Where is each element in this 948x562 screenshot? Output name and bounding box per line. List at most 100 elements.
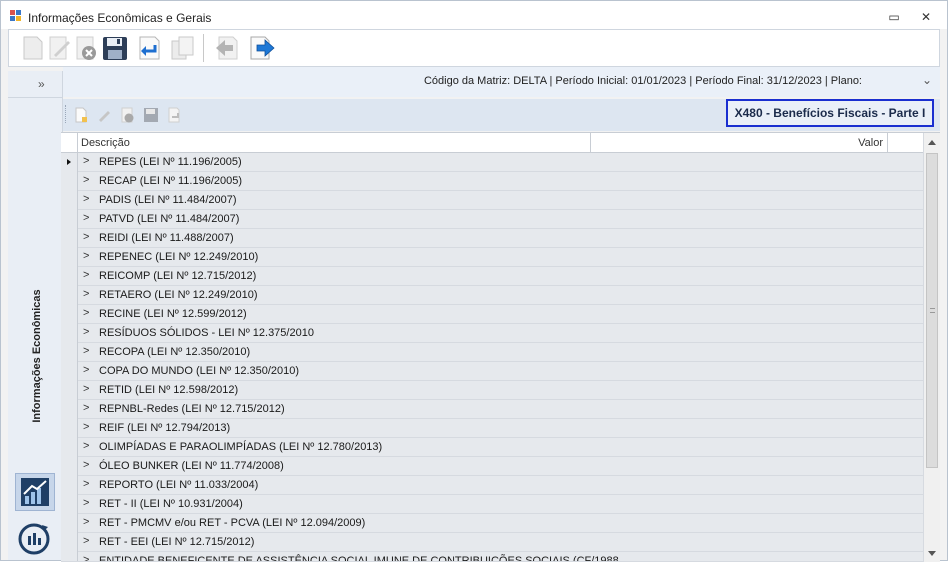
table-row[interactable]: > REIF (LEI Nº 12.794/2013): [61, 419, 923, 438]
scroll-down-icon[interactable]: [928, 551, 936, 556]
table-row[interactable]: > RETID (LEI Nº 12.598/2012): [61, 381, 923, 400]
table-row[interactable]: > PADIS (LEI Nº 11.484/2007): [61, 191, 923, 210]
row-selector[interactable]: [61, 514, 78, 533]
row-description: REIF (LEI Nº 12.794/2013): [99, 422, 231, 434]
delete-icon[interactable]: [73, 34, 101, 62]
expand-row-icon[interactable]: >: [83, 288, 89, 300]
table-row[interactable]: > REPORTO (LEI Nº 11.033/2004): [61, 476, 923, 495]
save-icon[interactable]: [101, 34, 129, 62]
row-selector[interactable]: [61, 476, 78, 495]
table-row[interactable]: > REICOMP (LEI Nº 12.715/2012): [61, 267, 923, 286]
table-row[interactable]: > RET - II (LEI Nº 10.931/2004): [61, 495, 923, 514]
back-icon[interactable]: [213, 34, 241, 62]
table-row[interactable]: > RET - EEI (LEI Nº 12.715/2012): [61, 533, 923, 552]
app-icon: [10, 10, 22, 21]
expand-row-icon[interactable]: >: [83, 155, 89, 167]
table-row[interactable]: > PATVD (LEI Nº 11.484/2007): [61, 210, 923, 229]
expand-row-icon[interactable]: >: [83, 174, 89, 186]
expand-row-icon[interactable]: >: [83, 440, 89, 452]
benefits-grid: Descrição Valor > REPES (LEI Nº 11.196/20…: [61, 132, 940, 562]
undo-row-icon[interactable]: [166, 107, 182, 123]
table-row[interactable]: > RESÍDUOS SÓLIDOS - LEI Nº 12.375/2010: [61, 324, 923, 343]
expand-row-icon[interactable]: >: [83, 231, 89, 243]
edit-row-icon[interactable]: [96, 107, 112, 123]
context-info-bar: Código da Matriz: DELTA | Período Inicia…: [63, 67, 940, 97]
expand-row-icon[interactable]: >: [83, 478, 89, 490]
forward-icon[interactable]: [248, 34, 276, 62]
vertical-scrollbar[interactable]: [923, 133, 940, 562]
column-divider[interactable]: [887, 133, 888, 153]
row-selector[interactable]: [61, 343, 78, 362]
table-row[interactable]: > RECOPA (LEI Nº 12.350/2010): [61, 343, 923, 362]
chart-nav-icon[interactable]: [15, 473, 55, 511]
edit-icon[interactable]: [46, 34, 74, 62]
row-selector[interactable]: [61, 533, 78, 552]
toolbar-grip: [65, 105, 67, 123]
expand-row-icon[interactable]: >: [83, 497, 89, 509]
minimize-button[interactable]: ▭: [885, 9, 903, 25]
new-row-icon[interactable]: [73, 107, 89, 123]
expand-row-icon[interactable]: >: [83, 345, 89, 357]
title-bar: Informações Econômicas e Gerais ▭ ✕: [1, 1, 947, 29]
scroll-up-icon[interactable]: [928, 140, 936, 145]
row-description: REPES (LEI Nº 11.196/2005): [99, 156, 242, 168]
table-row[interactable]: > ÓLEO BUNKER (LEI Nº 11.774/2008): [61, 457, 923, 476]
refresh-chart-nav-icon[interactable]: [15, 521, 55, 559]
grid-rows: > REPES (LEI Nº 11.196/2005) > RECAP (LEI N…: [61, 153, 923, 562]
collapse-panel-button[interactable]: »: [38, 77, 45, 91]
row-selector[interactable]: [61, 229, 78, 248]
side-panel-label: Informações Econômicas: [31, 289, 43, 423]
expand-row-icon[interactable]: >: [83, 516, 89, 528]
row-selector[interactable]: [61, 305, 78, 324]
row-selector[interactable]: [61, 172, 78, 191]
table-row[interactable]: > REPENEC (LEI Nº 12.249/2010): [61, 248, 923, 267]
row-description: RECINE (LEI Nº 12.599/2012): [99, 308, 247, 320]
expand-row-icon[interactable]: >: [83, 402, 89, 414]
expand-row-icon[interactable]: >: [83, 250, 89, 262]
row-selector[interactable]: [61, 210, 78, 229]
delete-row-icon[interactable]: [120, 107, 136, 123]
expand-row-icon[interactable]: >: [83, 212, 89, 224]
close-button[interactable]: ✕: [917, 9, 935, 25]
expand-row-icon[interactable]: >: [83, 364, 89, 376]
expand-row-icon[interactable]: >: [83, 421, 89, 433]
row-selector[interactable]: [61, 362, 78, 381]
table-row[interactable]: > RECINE (LEI Nº 12.599/2012): [61, 305, 923, 324]
expand-row-icon[interactable]: >: [83, 459, 89, 471]
chevron-down-icon[interactable]: ⌄: [922, 73, 932, 87]
table-row[interactable]: > REPNBL-Redes (LEI Nº 12.715/2012): [61, 400, 923, 419]
undo-icon[interactable]: [135, 34, 163, 62]
row-selector[interactable]: [61, 267, 78, 286]
table-row[interactable]: > REPES (LEI Nº 11.196/2005): [61, 153, 923, 172]
table-row[interactable]: > RET - PMCMV e/ou RET - PCVA (LEI Nº 12.…: [61, 514, 923, 533]
expand-row-icon[interactable]: >: [83, 535, 89, 547]
row-selector[interactable]: [61, 457, 78, 476]
table-row[interactable]: > RETAERO (LEI Nº 12.249/2010): [61, 286, 923, 305]
row-selector[interactable]: [61, 419, 78, 438]
table-row[interactable]: > RECAP (LEI Nº 11.196/2005): [61, 172, 923, 191]
column-header-valor[interactable]: Valor: [591, 137, 883, 149]
row-description: RETAERO (LEI Nº 12.249/2010): [99, 289, 258, 301]
table-row[interactable]: > REIDI (LEI Nº 11.488/2007): [61, 229, 923, 248]
row-selector[interactable]: [61, 153, 78, 172]
row-selector[interactable]: [61, 286, 78, 305]
row-selector[interactable]: [61, 438, 78, 457]
expand-row-icon[interactable]: >: [83, 307, 89, 319]
column-header-descricao[interactable]: Descrição: [81, 137, 130, 149]
table-row[interactable]: > COPA DO MUNDO (LEI Nº 12.350/2010): [61, 362, 923, 381]
row-selector[interactable]: [61, 248, 78, 267]
row-selector[interactable]: [61, 191, 78, 210]
row-selector[interactable]: [61, 400, 78, 419]
row-selector[interactable]: [61, 381, 78, 400]
expand-row-icon[interactable]: >: [83, 326, 89, 338]
row-selector[interactable]: [61, 324, 78, 343]
expand-row-icon[interactable]: >: [83, 269, 89, 281]
new-icon[interactable]: [19, 34, 47, 62]
expand-row-icon[interactable]: >: [83, 193, 89, 205]
expand-row-icon[interactable]: >: [83, 383, 89, 395]
row-selector[interactable]: [61, 495, 78, 514]
copy-icon[interactable]: [169, 34, 197, 62]
save-row-icon[interactable]: [143, 107, 159, 123]
table-row[interactable]: > OLIMPÍADAS E PARAOLIMPÍADAS (LEI Nº 12.…: [61, 438, 923, 457]
scroll-thumb[interactable]: [926, 153, 938, 468]
